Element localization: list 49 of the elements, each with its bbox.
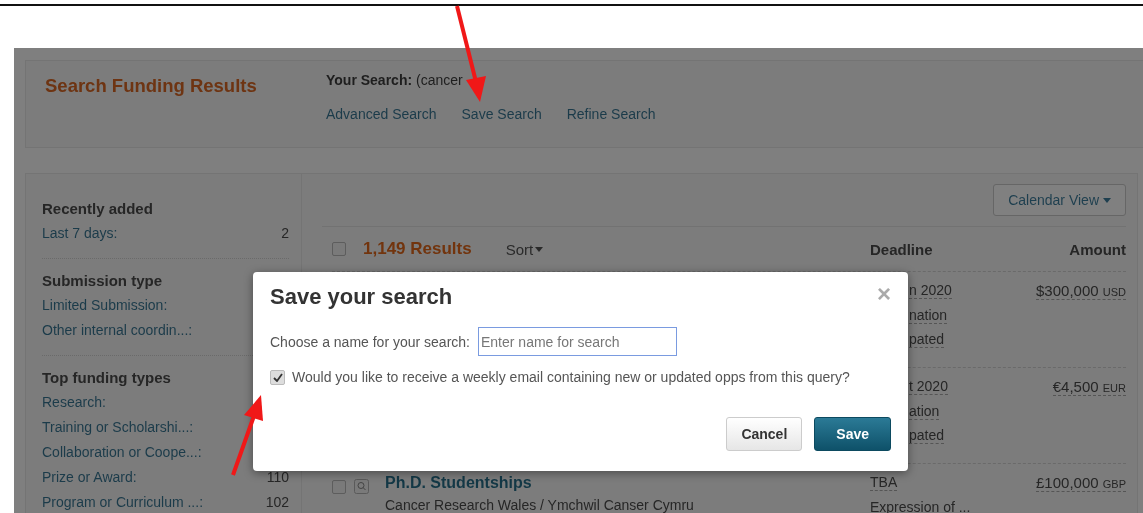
filter-heading: Top funding types [42, 369, 171, 386]
filter-link[interactable]: Last 7 days: [42, 224, 118, 241]
email-checkbox[interactable] [270, 369, 285, 385]
filter-heading: Recently added [42, 200, 153, 217]
deadline-text: pated [909, 427, 945, 444]
amount-text: $300,000 USD [1036, 282, 1126, 300]
deadline-text: nation [909, 306, 948, 324]
close-button[interactable]: × [877, 284, 891, 304]
dialog-title: Save your search [270, 284, 453, 310]
caret-icon [535, 246, 544, 252]
deadline-text: ation [909, 402, 940, 420]
amount-text: £100,000 GBP [1036, 474, 1126, 492]
cancel-button[interactable]: Cancel [726, 417, 803, 451]
preview-icon[interactable] [354, 479, 369, 494]
amount-text: €4,500 EUR [1052, 378, 1126, 396]
page-title: Search Funding Results [44, 74, 258, 98]
filter-count: 102 [265, 493, 289, 510]
deadline-text: t 2020 [909, 378, 948, 395]
filter-heading: Submission type [42, 272, 163, 289]
filter-count: 2 [281, 224, 289, 241]
column-header[interactable]: Deadline [870, 240, 1000, 258]
search-name-field[interactable]: Enter name for search [478, 327, 677, 356]
results-count: 1,149 Results [363, 239, 472, 259]
search-summary: Your Search: (cancer [326, 72, 464, 88]
save-button[interactable]: Save [814, 417, 891, 451]
sort-dropdown[interactable]: Sort [505, 240, 544, 258]
search-link[interactable]: Save Search [461, 106, 542, 122]
select-all-checkbox[interactable] [332, 242, 346, 256]
deadline-text: n 2020 [909, 282, 952, 299]
checkbox-label: Would you like to receive a weekly email containing new or updated opps from this query? [292, 369, 850, 385]
filter-link[interactable]: Training or Scholarshi...: [42, 418, 194, 435]
filter-link[interactable]: Prize or Award: [42, 468, 137, 485]
filter-link[interactable]: Other internal coordin...: [42, 321, 193, 338]
field-label: Choose a name for your search: [270, 333, 470, 350]
filter-link[interactable]: Research: [42, 393, 106, 410]
sponsor-name: Cancer Research Wales / Ymchwil Canser Cymru [385, 497, 695, 513]
filter-link[interactable]: Limited Submission: [42, 296, 168, 313]
search-link[interactable]: Advanced Search [326, 106, 437, 122]
column-header[interactable]: Amount [1000, 240, 1126, 258]
deadline-text: TBA [870, 474, 898, 491]
filter-count: 110 [266, 468, 289, 485]
result-title[interactable]: Ph.D. Studentships [385, 474, 532, 491]
caret-icon [1103, 197, 1111, 203]
filter-link[interactable]: Program or Curriculum ...: [42, 493, 204, 510]
calendar-view-button[interactable]: Calendar View [993, 184, 1126, 216]
search-link[interactable]: Refine Search [566, 106, 656, 122]
deadline-text: pated [909, 331, 945, 348]
row-checkbox[interactable] [332, 480, 346, 494]
filter-link[interactable]: Collaboration or Coope...: [42, 443, 202, 460]
